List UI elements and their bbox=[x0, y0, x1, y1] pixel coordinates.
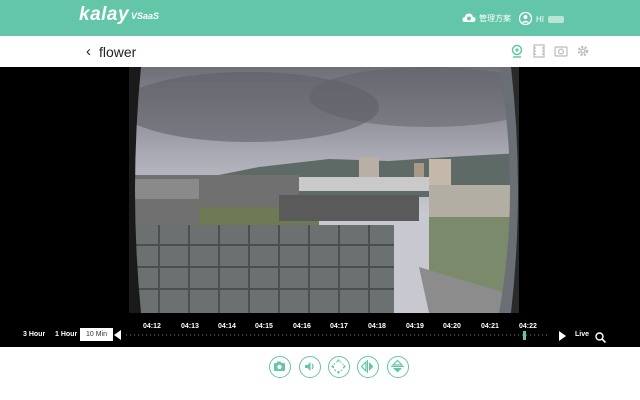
tick-label: 04:13 bbox=[181, 323, 199, 330]
tick-label: 04:12 bbox=[143, 323, 161, 330]
flip-horizontal-icon[interactable] bbox=[357, 356, 379, 378]
tick-label: 04:15 bbox=[255, 323, 273, 330]
tick-label: 04:19 bbox=[406, 323, 424, 330]
brand-logo[interactable]: kalay bbox=[79, 4, 129, 26]
camera-settings-icon[interactable] bbox=[554, 44, 568, 58]
tick-label: 04:22 bbox=[519, 323, 537, 330]
cloud-camera-icon bbox=[462, 12, 476, 25]
brand-subtitle: VSaaS bbox=[131, 11, 160, 21]
tick-label: 04:20 bbox=[443, 323, 461, 330]
user-name-redacted bbox=[548, 16, 564, 23]
tick-label: 04:16 bbox=[293, 323, 311, 330]
control-bar bbox=[0, 347, 640, 400]
chevron-left-icon[interactable]: ‹ bbox=[86, 43, 91, 60]
ptz-icon[interactable] bbox=[328, 356, 350, 378]
plan-management-link[interactable]: 管理方案 bbox=[462, 12, 511, 25]
timeline-prev-icon[interactable] bbox=[114, 330, 121, 340]
plan-label: 管理方案 bbox=[479, 14, 511, 23]
filmstrip-icon[interactable] bbox=[532, 44, 546, 58]
user-name: HI bbox=[536, 15, 544, 24]
range-3-hour-button[interactable]: 3 Hour bbox=[23, 331, 45, 338]
user-icon bbox=[518, 11, 533, 27]
timeline-ruler[interactable] bbox=[126, 314, 550, 346]
page-title: flower bbox=[99, 44, 137, 60]
user-menu[interactable]: HI bbox=[518, 11, 564, 27]
gear-icon[interactable] bbox=[576, 44, 590, 58]
snapshot-icon[interactable] bbox=[269, 356, 291, 378]
flip-vertical-icon[interactable] bbox=[387, 356, 409, 378]
range-10-min-button[interactable]: 10 Min bbox=[80, 328, 114, 341]
webcam-icon[interactable] bbox=[510, 44, 524, 58]
tick-label: 04:18 bbox=[368, 323, 386, 330]
tick-label: 04:21 bbox=[481, 323, 499, 330]
live-video-feed[interactable] bbox=[129, 67, 519, 313]
speaker-icon[interactable] bbox=[299, 356, 321, 378]
tick-label: 04:14 bbox=[218, 323, 236, 330]
tick-label: 04:17 bbox=[330, 323, 348, 330]
range-1-hour-button[interactable]: 1 Hour bbox=[55, 331, 77, 338]
live-button[interactable]: Live bbox=[575, 331, 589, 338]
search-icon[interactable] bbox=[595, 330, 607, 348]
timeline-next-icon[interactable] bbox=[559, 331, 566, 341]
